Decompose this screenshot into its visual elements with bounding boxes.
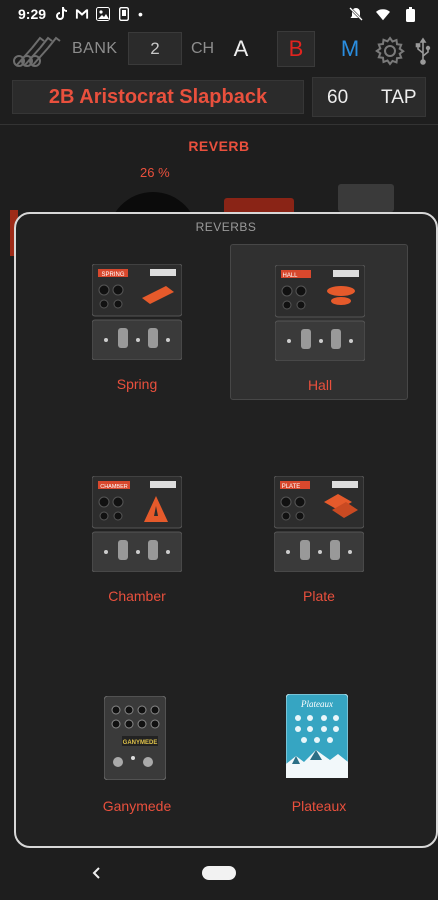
battery-icon [403,6,417,22]
channel-label: CH [191,40,215,57]
reverb-option-plate[interactable]: PLATE Plate [230,456,408,612]
reverb-option-label: Plate [303,588,335,604]
tempo-control: 60 TAP [312,77,426,117]
reverb-option-label: Chamber [108,588,166,604]
effect-value-readout: 26 % [140,165,170,180]
usb-icon [414,37,432,65]
tempo-value[interactable]: 60 [327,87,348,109]
plateaux-pedal-image: Plateaux [285,693,349,783]
reverb-option-label: Spring [116,376,158,392]
spring-pedal-image: SPRING [91,263,183,365]
channel-m-button[interactable]: M [331,32,369,66]
spring-pedal-screen: SPRING [101,272,124,278]
reverb-picker-dialog: REVERBS SPRING Spring HALL Hall CHAMBER … [14,212,438,848]
plate-pedal-image: PLATE [273,475,365,577]
guitar-icon[interactable] [12,32,72,68]
ganymede-pedal-image: GANYMEDE [103,695,167,785]
reverb-option-hall[interactable]: HALL Hall [230,244,408,400]
status-bar: 9:29 • [0,0,438,28]
channel-a-button[interactable]: A [222,32,260,66]
notification-dot-icon: • [138,6,143,22]
bank-label: BANK [72,40,118,57]
reverb-option-spring[interactable]: SPRING Spring [48,244,226,400]
settings-gear-icon[interactable] [374,35,406,67]
plateaux-pedal-screen: Plateaux [300,699,333,709]
wifi-icon [376,7,390,21]
bank-number-field[interactable]: 2 [128,32,182,65]
reverb-option-ganymede[interactable]: GANYMEDE Ganymede [48,666,226,822]
gmail-icon [75,7,89,21]
chamber-pedal-image: CHAMBER [91,475,183,577]
preset-name[interactable]: 2B Aristocrat Slapback [12,80,304,114]
hall-pedal-screen: HALL [282,273,298,279]
plate-pedal-screen: PLATE [282,484,301,490]
system-nav-bar [0,848,438,900]
reverb-option-chamber[interactable]: CHAMBER Chamber [48,456,226,612]
effect-editor-title: REVERB [188,138,250,154]
reverb-option-label: Hall [307,377,333,393]
ganymede-pedal-screen: GANYMEDE [123,740,158,746]
photos-icon [96,7,111,21]
tap-tempo-button[interactable]: TAP [381,87,417,109]
reverb-option-label: Plateaux [291,798,347,814]
dialog-title: REVERBS [195,220,257,234]
reverb-option-plateaux[interactable]: Plateaux Plateaux [230,666,408,822]
app-header: BANK 2 CH A B M [0,28,438,72]
hall-pedal-image: HALL [274,264,366,366]
header-divider [0,124,438,125]
phone-icon [117,7,131,21]
effect-pedal-thumbnail[interactable] [338,184,394,212]
mute-icon [349,7,363,21]
reverb-option-label: Ganymede [102,798,172,814]
channel-b-button[interactable]: B [277,31,315,67]
home-pill-button[interactable] [202,866,236,880]
tiktok-icon [54,7,68,21]
status-time: 9:29 [18,6,47,22]
chamber-pedal-screen: CHAMBER [100,484,128,490]
back-icon[interactable] [86,862,108,884]
